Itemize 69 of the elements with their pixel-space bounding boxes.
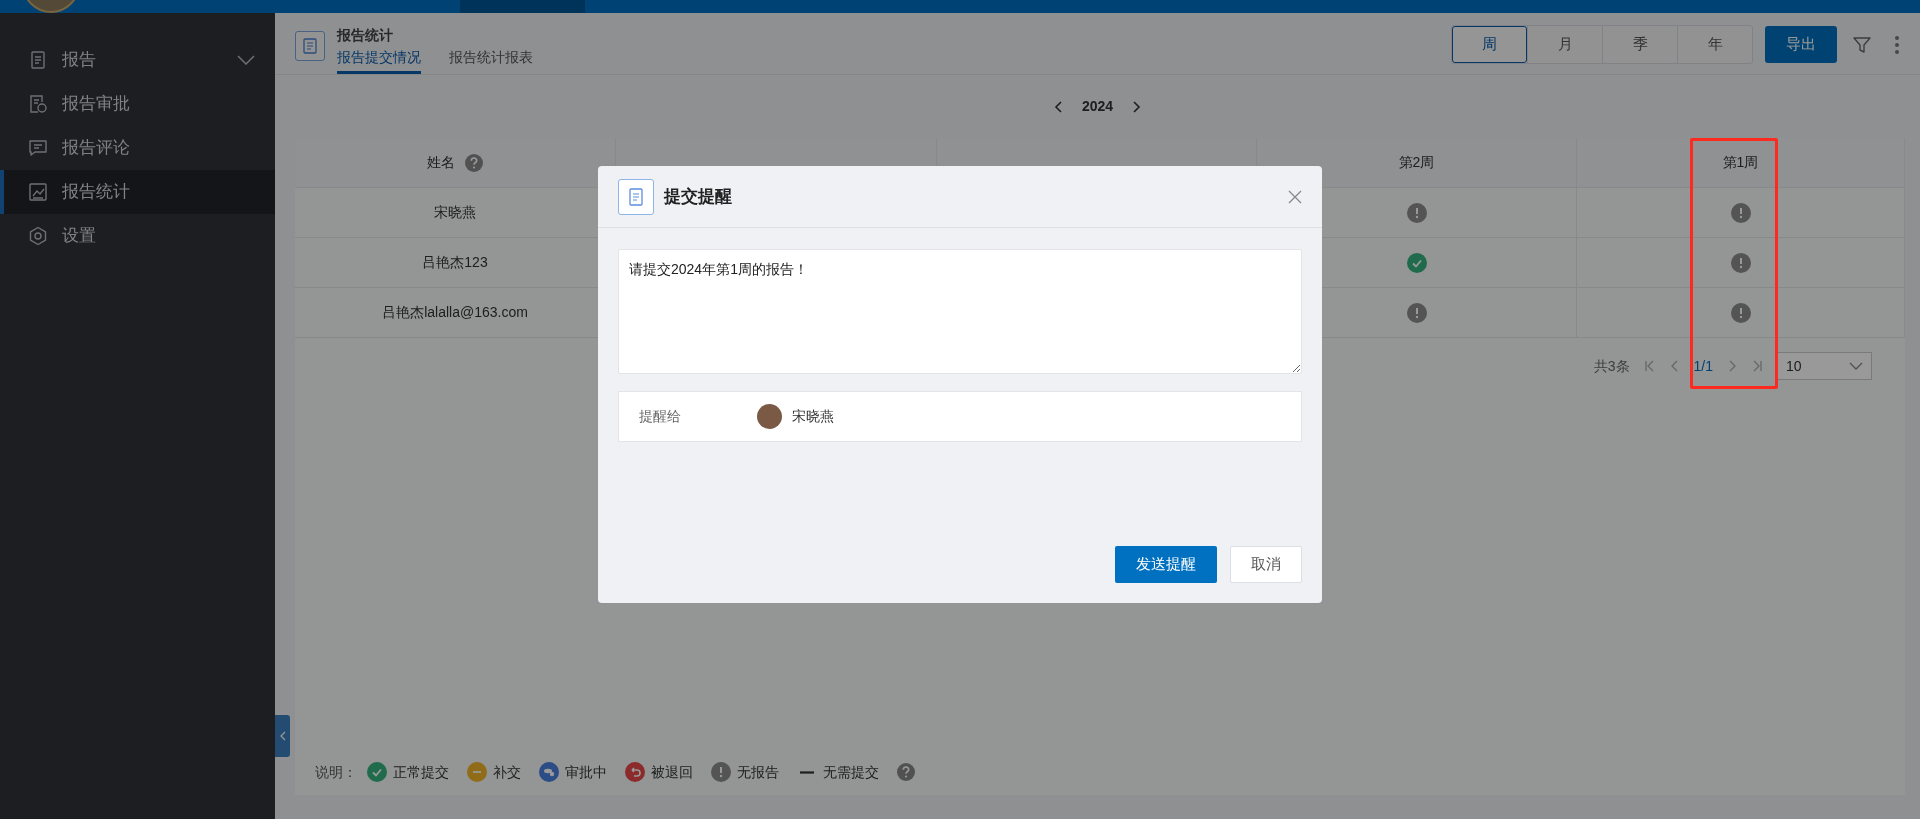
table-cell-text: 吕艳杰123 — [422, 253, 488, 272]
chart-icon — [28, 182, 48, 202]
exclamation-circle-icon — [1406, 302, 1427, 323]
legend-text: 被退回 — [651, 762, 693, 782]
legend-text: 无报告 — [737, 762, 779, 782]
table-cell-text: 宋晓燕 — [434, 203, 476, 222]
table-cell-text: 吕艳杰lalalla@163.com — [382, 303, 528, 322]
period-option[interactable]: 年 — [1677, 26, 1752, 63]
help-icon[interactable] — [465, 153, 483, 172]
legend-label: 说明： — [315, 762, 357, 782]
check-circle-icon — [367, 762, 387, 782]
period-option[interactable]: 月 — [1527, 26, 1602, 63]
close-icon[interactable] — [1288, 189, 1302, 204]
first-page-icon[interactable] — [1643, 360, 1656, 372]
chevron-left-icon — [279, 731, 286, 741]
exclamation-circle-icon — [1730, 302, 1751, 323]
sidebar-item[interactable]: 报告评论 — [0, 126, 275, 170]
previous-icon[interactable] — [1053, 99, 1064, 114]
send-button[interactable]: 发送提醒 — [1115, 546, 1217, 583]
legend-text: 审批中 — [565, 762, 607, 782]
document-clock-icon — [28, 94, 48, 114]
comment-icon — [28, 138, 48, 158]
document-icon — [618, 178, 654, 215]
recipient-name: 宋晓燕 — [792, 407, 834, 426]
collapse-handle[interactable] — [275, 715, 290, 757]
chevron-down-icon — [1849, 362, 1863, 370]
document-icon — [28, 50, 48, 70]
next-icon[interactable] — [1131, 99, 1142, 114]
year-label: 2024 — [1081, 97, 1114, 116]
sidebar-item[interactable]: 报告审批 — [0, 82, 275, 126]
legend-text: 无需提交 — [823, 762, 879, 782]
tab[interactable]: 报告统计报表 — [449, 47, 533, 74]
legend-text: 正常提交 — [393, 762, 449, 782]
coins-circle-icon — [539, 762, 559, 782]
check-circle-icon — [1406, 252, 1427, 273]
exclamation-circle-icon — [1730, 202, 1751, 223]
minus-circle-icon — [467, 762, 487, 782]
page-size-select[interactable]: 10 — [1777, 352, 1872, 380]
column-header: 第1周 — [1722, 153, 1759, 172]
avatar — [757, 404, 782, 429]
legend-text: 补交 — [493, 762, 521, 782]
dash-icon — [800, 770, 814, 774]
last-page-icon[interactable] — [1751, 360, 1763, 372]
page-title: 报告统计 — [337, 26, 394, 45]
sidebar-item[interactable]: 报告 — [0, 38, 275, 82]
total-count: 共3条 — [1593, 356, 1630, 376]
more-icon[interactable] — [1894, 34, 1900, 55]
message-field[interactable]: 请提交2024年第1周的报告！ — [618, 249, 1302, 374]
column-header: 姓名 — [427, 153, 455, 172]
previous-page-icon[interactable] — [1669, 360, 1680, 372]
cancel-button[interactable]: 取消 — [1230, 546, 1302, 583]
sidebar-item[interactable]: 报告统计 — [0, 170, 275, 214]
export-button[interactable]: 导出 — [1765, 26, 1837, 63]
exclamation-circle-icon — [711, 762, 731, 782]
period-option[interactable]: 季 — [1602, 26, 1677, 63]
undo-circle-icon — [625, 762, 645, 782]
dialog-title: 提交提醒 — [664, 185, 732, 208]
filter-icon[interactable] — [1852, 34, 1872, 55]
tab[interactable]: 报告提交情况 — [337, 47, 421, 74]
remind-label: 提醒给 — [639, 407, 682, 426]
help-icon[interactable] — [897, 763, 915, 781]
page-indicator: 1/1 — [1693, 356, 1713, 376]
page-size-value: 10 — [1786, 356, 1803, 376]
exclamation-circle-icon — [1406, 202, 1427, 223]
exclamation-circle-icon — [1730, 252, 1751, 273]
sidebar-item[interactable]: 设置 — [0, 214, 275, 258]
settings-icon — [28, 226, 48, 246]
next-page-icon[interactable] — [1727, 360, 1737, 372]
column-header: 第2周 — [1398, 153, 1435, 172]
